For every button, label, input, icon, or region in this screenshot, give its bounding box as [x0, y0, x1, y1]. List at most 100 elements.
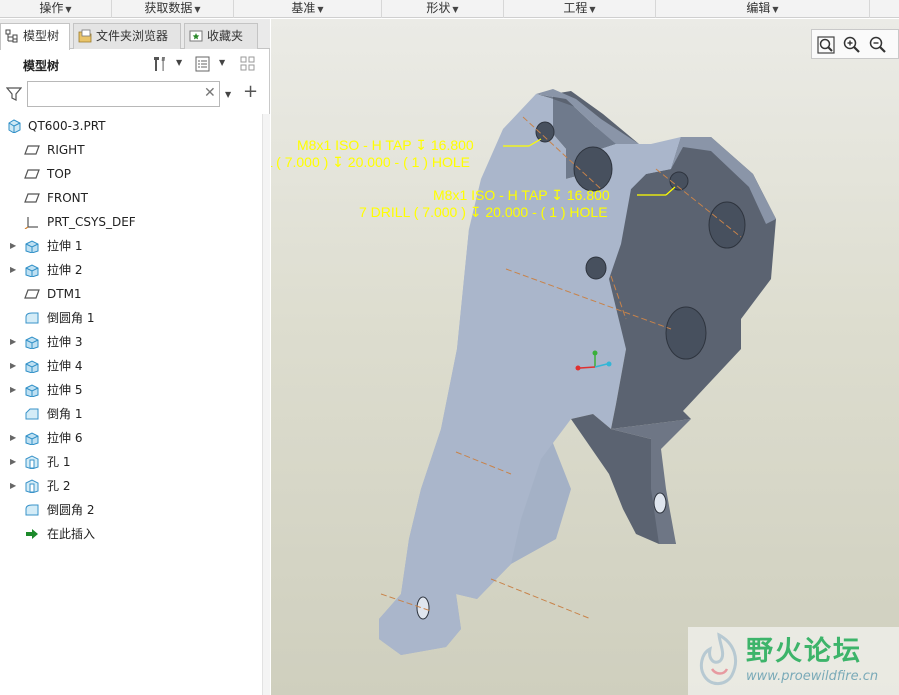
tab-model-tree[interactable]: 模型树	[0, 23, 70, 50]
expand-arrow-icon[interactable]: ▶	[10, 258, 16, 282]
hole-annotation-2-line-2[interactable]: 7 DRILL ( 7.000 ) ↧ 20.000 - ( 1 ) HOLE	[359, 204, 608, 220]
tree-item[interactable]: DTM1	[0, 282, 262, 306]
expand-arrow-icon[interactable]: ▶	[10, 450, 16, 474]
hole-annotation-1-line-2[interactable]: L ( 7.000 ) ↧ 20.000 - ( 1 ) HOLE	[271, 154, 470, 170]
tree-item-label: 拉伸 6	[47, 431, 83, 445]
tree-item[interactable]: ▶ 拉伸 2	[0, 258, 262, 282]
ribbon-group-label: 操作	[39, 1, 64, 15]
expand-arrow-icon[interactable]: ▶	[10, 354, 16, 378]
caret-down-icon: ▼	[317, 5, 324, 14]
clear-icon[interactable]: ✕	[204, 86, 216, 100]
tree-item[interactable]: TOP	[0, 162, 262, 186]
tree-item-label: DTM1	[47, 287, 82, 301]
extrude-icon	[25, 360, 39, 373]
tree-item-label: QT600-3.PRT	[28, 119, 106, 133]
hole-icon	[25, 455, 39, 469]
zoom-out-icon[interactable]	[868, 35, 888, 55]
ribbon-group-label: 编辑	[746, 1, 771, 15]
extrude-icon	[25, 432, 39, 445]
ribbon-group-operations[interactable]: 操作 ▼	[0, 0, 112, 18]
tree-item[interactable]: FRONT	[0, 186, 262, 210]
expand-arrow-icon[interactable]: ▶	[10, 474, 16, 498]
extrude-icon	[25, 336, 39, 349]
expand-arrow-icon[interactable]: ▶	[10, 234, 16, 258]
tree-filter-grid-icon[interactable]	[238, 54, 258, 74]
search-input[interactable]	[27, 81, 220, 107]
add-icon[interactable]: +	[243, 83, 258, 101]
hole-side-1	[585, 256, 607, 280]
caret-down-icon: ▼	[589, 5, 596, 14]
caret-down-icon: ▼	[194, 5, 201, 14]
ribbon-group-shapes[interactable]: 形状 ▼	[382, 0, 504, 18]
part-icon	[8, 119, 21, 133]
watermark-title: 野火论坛	[746, 636, 862, 667]
tab-folder-browser[interactable]: 文件夹浏览器	[73, 23, 181, 49]
tree-item-label: FRONT	[47, 191, 88, 205]
tree-item-label: 拉伸 5	[47, 383, 83, 397]
graphics-viewport[interactable]: M8x1 ISO - H TAP ↧ 16.800 L ( 7.000 ) ↧ …	[271, 19, 899, 695]
extrude-icon	[25, 240, 39, 253]
forum-watermark: 野火论坛 www.proewildfire.cn	[688, 627, 899, 695]
ribbon-group-engineering[interactable]: 工程 ▼	[504, 0, 656, 18]
datum-plane-icon	[24, 145, 40, 155]
ribbon-group-editing[interactable]: 编辑 ▼	[656, 0, 870, 18]
tree-item-label: 倒圆角 1	[47, 311, 95, 325]
hole-icon	[25, 479, 39, 493]
tools-dropdown-icon[interactable]: ▼	[176, 58, 182, 67]
tree-item-label: 孔 2	[47, 479, 71, 493]
hole-annotation-1-line-1[interactable]: M8x1 ISO - H TAP ↧ 16.800	[297, 137, 474, 153]
tree-item[interactable]: ▶ 拉伸 4	[0, 354, 262, 378]
tree-item[interactable]: ▶ 拉伸 6	[0, 426, 262, 450]
hole-arc	[653, 492, 667, 514]
tree-item[interactable]: PRT_CSYS_DEF	[0, 210, 262, 234]
navigator-tabs: 模型树 文件夹浏览器 收藏夹	[0, 19, 270, 50]
settings-tools-icon[interactable]	[150, 54, 170, 74]
folder-icon	[78, 29, 92, 43]
round-icon	[25, 312, 39, 324]
expand-arrow-icon[interactable]: ▶	[10, 330, 16, 354]
tab-favorites[interactable]: 收藏夹	[184, 23, 258, 49]
model-tree-icon	[5, 29, 18, 43]
part-model-3d[interactable]: M8x1 ISO - H TAP ↧ 16.800 L ( 7.000 ) ↧ …	[271, 19, 899, 695]
refit-icon[interactable]	[816, 35, 836, 55]
hole-annotation-2-line-1[interactable]: M8x1 ISO - H TAP ↧ 16.800	[433, 187, 610, 203]
csys-icon	[24, 217, 38, 229]
tree-item[interactable]: RIGHT	[0, 138, 262, 162]
tree-title: 模型树	[23, 59, 60, 73]
tree-root-part[interactable]: QT600-3.PRT	[0, 114, 262, 138]
tree-item-label: 孔 1	[47, 455, 71, 469]
tree-item[interactable]: 倒角 1	[0, 402, 262, 426]
tree-item[interactable]: ▶ 孔 2	[0, 474, 262, 498]
tree-item[interactable]: ▶ 孔 1	[0, 450, 262, 474]
datum-plane-icon	[24, 193, 40, 203]
tree-item[interactable]: 在此插入	[0, 522, 262, 546]
ribbon-group-get-data[interactable]: 获取数据 ▼	[112, 0, 234, 18]
tree-item[interactable]: 倒圆角 1	[0, 306, 262, 330]
tree-item[interactable]: 倒圆角 2	[0, 498, 262, 522]
caret-down-icon: ▼	[452, 5, 459, 14]
round-icon	[25, 504, 39, 516]
show-dropdown-icon[interactable]: ▼	[219, 58, 225, 67]
caret-down-icon: ▼	[65, 5, 72, 14]
tree-item[interactable]: ▶ 拉伸 3	[0, 330, 262, 354]
extrude-icon	[25, 264, 39, 277]
filter-funnel-icon[interactable]	[6, 86, 22, 102]
insert-here-icon	[26, 529, 38, 539]
tree-scrollbar[interactable]	[262, 114, 270, 695]
tree-toolbar: 模型树 ▼ ▼	[0, 50, 270, 78]
tree-item-label: TOP	[47, 167, 72, 181]
show-list-icon[interactable]	[193, 54, 213, 74]
zoom-in-icon[interactable]	[842, 35, 862, 55]
watermark-url: www.proewildfire.cn	[746, 669, 879, 684]
chamfer-icon	[25, 408, 39, 420]
datum-plane-icon	[24, 289, 40, 299]
favorites-icon	[189, 30, 203, 42]
tree-item[interactable]: ▶ 拉伸 5	[0, 378, 262, 402]
tree-item-label: PRT_CSYS_DEF	[47, 215, 136, 229]
expand-arrow-icon[interactable]: ▶	[10, 378, 16, 402]
ribbon-group-datum[interactable]: 基准 ▼	[234, 0, 382, 18]
search-dropdown-icon[interactable]: ▼	[225, 90, 231, 99]
tree-item-label: 倒角 1	[47, 407, 83, 421]
tree-item[interactable]: ▶ 拉伸 1	[0, 234, 262, 258]
expand-arrow-icon[interactable]: ▶	[10, 426, 16, 450]
